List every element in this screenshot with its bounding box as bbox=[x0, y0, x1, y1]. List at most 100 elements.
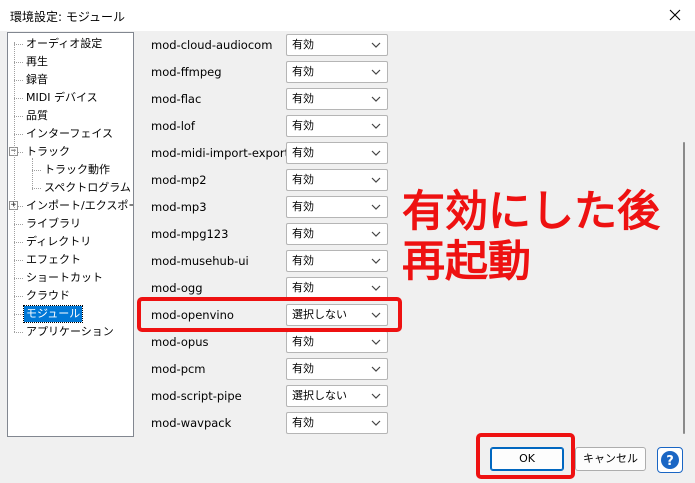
tree-connector bbox=[14, 296, 23, 297]
module-state-value: 有効 bbox=[292, 335, 314, 348]
tree-connector bbox=[14, 44, 23, 45]
scrollbar-thumb[interactable] bbox=[683, 142, 685, 434]
module-name: mod-script-pipe bbox=[151, 389, 242, 403]
tree-item[interactable]: モジュール bbox=[22, 305, 84, 323]
tree-item[interactable]: ショートカット bbox=[24, 270, 105, 286]
chevron-down-icon bbox=[371, 258, 381, 264]
module-row: mod-flac 有効 bbox=[141, 88, 681, 112]
module-state-value: 選択しない bbox=[292, 389, 347, 402]
tree-item[interactable]: アプリケーション bbox=[24, 324, 116, 340]
tree-connector bbox=[14, 80, 23, 81]
module-row: mod-wavpack 有効 bbox=[141, 412, 681, 436]
module-state-select[interactable]: 有効 bbox=[286, 88, 388, 110]
module-name: mod-mp2 bbox=[151, 173, 207, 187]
tree-connector bbox=[14, 314, 23, 315]
chevron-down-icon bbox=[371, 366, 381, 372]
module-state-select[interactable]: 有効 bbox=[286, 277, 388, 299]
tree-item[interactable]: ライブラリ bbox=[24, 216, 83, 232]
module-name: mod-lof bbox=[151, 119, 195, 133]
module-name: mod-musehub-ui bbox=[151, 254, 249, 268]
tree-item[interactable]: 録音 bbox=[24, 72, 50, 88]
chevron-down-icon bbox=[371, 231, 381, 237]
tree-item[interactable]: トラック動作 bbox=[42, 162, 112, 178]
chevron-down-icon bbox=[371, 123, 381, 129]
cancel-button[interactable]: キャンセル bbox=[575, 447, 646, 471]
tree-connector bbox=[14, 332, 23, 333]
tree-connector bbox=[14, 278, 23, 279]
module-state-select[interactable]: 有効 bbox=[286, 34, 388, 56]
module-state-select[interactable]: 有効 bbox=[286, 115, 388, 137]
tree-item[interactable]: インターフェイス bbox=[24, 126, 115, 142]
ok-button[interactable]: OK bbox=[490, 447, 564, 471]
module-state-value: 有効 bbox=[292, 200, 314, 213]
chevron-down-icon bbox=[371, 150, 381, 156]
chevron-down-icon bbox=[371, 42, 381, 48]
module-state-value: 有効 bbox=[292, 92, 314, 105]
module-state-value: 有効 bbox=[292, 146, 314, 159]
module-row: mod-script-pipe 選択しない bbox=[141, 385, 681, 409]
module-name: mod-mp3 bbox=[151, 200, 207, 214]
module-name: mod-midi-import-export bbox=[151, 146, 290, 160]
module-state-value: 有効 bbox=[292, 254, 314, 267]
window-title: 環境設定: モジュール bbox=[10, 10, 126, 24]
module-state-select[interactable]: 有効 bbox=[286, 142, 388, 164]
tree-item[interactable]: ディレクトリ bbox=[24, 234, 93, 250]
module-state-select[interactable]: 有効 bbox=[286, 223, 388, 245]
module-name: mod-opus bbox=[151, 335, 209, 349]
module-state-value: 有効 bbox=[292, 65, 314, 78]
module-state-select[interactable]: 選択しない bbox=[286, 385, 388, 407]
tree-item[interactable]: スペクトログラム bbox=[42, 180, 133, 196]
module-row: mod-cloud-audiocom 有効 bbox=[141, 34, 681, 58]
module-state-select[interactable]: 有効 bbox=[286, 358, 388, 380]
tree-item[interactable]: クラウド bbox=[24, 288, 72, 304]
chevron-down-icon bbox=[371, 393, 381, 399]
tree-item[interactable]: インポート/エクスポート bbox=[24, 198, 133, 214]
module-name: mod-mpg123 bbox=[151, 227, 229, 241]
tree-item[interactable]: オーディオ設定 bbox=[24, 36, 104, 52]
module-row: mod-pcm 有効 bbox=[141, 358, 681, 382]
module-state-select[interactable]: 有効 bbox=[286, 61, 388, 83]
tree-connector bbox=[32, 158, 33, 190]
module-state-select[interactable]: 有効 bbox=[286, 412, 388, 434]
module-state-select[interactable]: 有効 bbox=[286, 331, 388, 353]
help-button[interactable]: ? bbox=[657, 447, 683, 473]
title-bar: 環境設定: モジュール bbox=[0, 0, 695, 31]
tree-item[interactable]: エフェクト bbox=[24, 252, 83, 268]
chevron-down-icon bbox=[371, 177, 381, 183]
module-row: mod-lof 有効 bbox=[141, 115, 681, 139]
tree-connector bbox=[14, 242, 23, 243]
chevron-down-icon bbox=[371, 204, 381, 210]
module-row: mod-opus 有効 bbox=[141, 331, 681, 355]
module-state-select[interactable]: 有効 bbox=[286, 169, 388, 191]
module-name: mod-pcm bbox=[151, 362, 206, 376]
tree-item[interactable]: MIDI デバイス bbox=[24, 90, 100, 106]
module-name: mod-cloud-audiocom bbox=[151, 38, 273, 52]
annotation-line-2: 再起動 bbox=[402, 237, 531, 287]
module-state-value: 有効 bbox=[292, 362, 314, 375]
openvino-highlight-box bbox=[137, 297, 402, 332]
tree-connector bbox=[14, 62, 23, 63]
chevron-down-icon bbox=[371, 96, 381, 102]
chevron-down-icon bbox=[371, 339, 381, 345]
module-state-value: 有効 bbox=[292, 416, 314, 429]
module-state-select[interactable]: 有効 bbox=[286, 196, 388, 218]
module-state-value: 有効 bbox=[292, 119, 314, 132]
tree-item[interactable]: 再生 bbox=[24, 54, 50, 70]
module-state-select[interactable]: 有効 bbox=[286, 250, 388, 272]
close-icon bbox=[669, 9, 681, 21]
tree-connector bbox=[14, 98, 23, 99]
chevron-down-icon bbox=[371, 420, 381, 426]
module-state-value: 有効 bbox=[292, 173, 314, 186]
tree-connector bbox=[14, 260, 23, 261]
category-tree[interactable]: オーディオ設定 再生 録音 MIDI デバイス 品質 インターフェイス トラック − トラック動… bbox=[7, 32, 134, 437]
module-state-value: 有効 bbox=[292, 38, 314, 51]
close-button[interactable] bbox=[661, 2, 689, 28]
module-state-value: 有効 bbox=[292, 227, 314, 240]
tree-connector bbox=[14, 224, 23, 225]
help-icon: ? bbox=[661, 451, 679, 469]
module-name: mod-flac bbox=[151, 92, 202, 106]
annotation-line-1: 有効にした後 bbox=[402, 187, 660, 237]
module-name: mod-ogg bbox=[151, 281, 203, 295]
tree-item[interactable]: 品質 bbox=[24, 108, 50, 124]
tree-connector bbox=[14, 116, 23, 117]
